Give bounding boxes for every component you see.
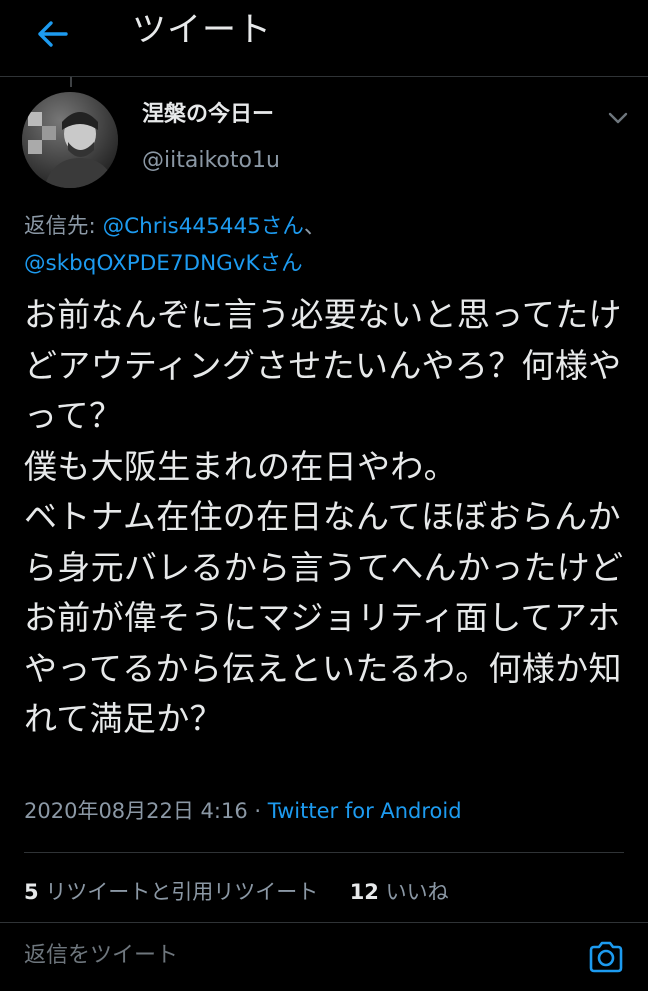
likes-label: いいね	[385, 880, 449, 904]
more-options-button[interactable]	[602, 104, 634, 132]
tweet-metadata: 2020年08月22日 4:16 · Twitter for Android	[24, 796, 462, 826]
camera-icon	[589, 941, 623, 973]
reply-composer-bar: 返信をツイート	[0, 922, 648, 991]
retweets-count: 5	[24, 880, 39, 904]
tweet-text: お前なんぞに言う必要ないと思ってたけどアウティングさせたいんやろ？何様やって？ …	[24, 295, 624, 738]
replying-to: 返信先: @Chris445445さん、 @skbqOXPDE7DNGvKさん	[24, 208, 634, 282]
mention-separator: 、	[303, 214, 326, 239]
camera-button[interactable]	[584, 937, 628, 977]
engagement-stats: 5 リツイートと引用リツイート 12 いいね	[24, 876, 449, 908]
retweets-label: リツイートと引用リツイート	[45, 880, 319, 904]
back-button[interactable]	[28, 10, 76, 58]
likes-stat[interactable]: 12 いいね	[350, 880, 449, 904]
arrow-left-icon	[38, 21, 68, 47]
mention-link[interactable]: @skbqOXPDE7DNGvKさん	[24, 251, 303, 276]
retweets-stat[interactable]: 5 リツイートと引用リツイート	[24, 880, 318, 904]
divider	[24, 852, 624, 853]
tweet-timestamp[interactable]: 2020年08月22日 4:16	[24, 799, 248, 823]
avatar[interactable]	[22, 92, 118, 188]
user-handle[interactable]: @iitaikoto1u	[142, 146, 280, 176]
top-bar: ツイート	[0, 0, 648, 77]
replying-prefix: 返信先:	[24, 214, 103, 239]
reply-input[interactable]: 返信をツイート	[24, 939, 544, 973]
mention-link[interactable]: @Chris445445さん	[103, 214, 304, 239]
meta-separator: ·	[247, 799, 268, 823]
likes-count: 12	[349, 880, 379, 904]
display-name[interactable]: 涅槃の今日ー	[142, 100, 274, 130]
page-title: ツイート	[132, 10, 272, 50]
tweet-source-link[interactable]: Twitter for Android	[268, 799, 462, 823]
chevron-down-icon	[608, 112, 628, 124]
avatar-photo	[22, 92, 118, 188]
thread-connector	[70, 77, 72, 87]
